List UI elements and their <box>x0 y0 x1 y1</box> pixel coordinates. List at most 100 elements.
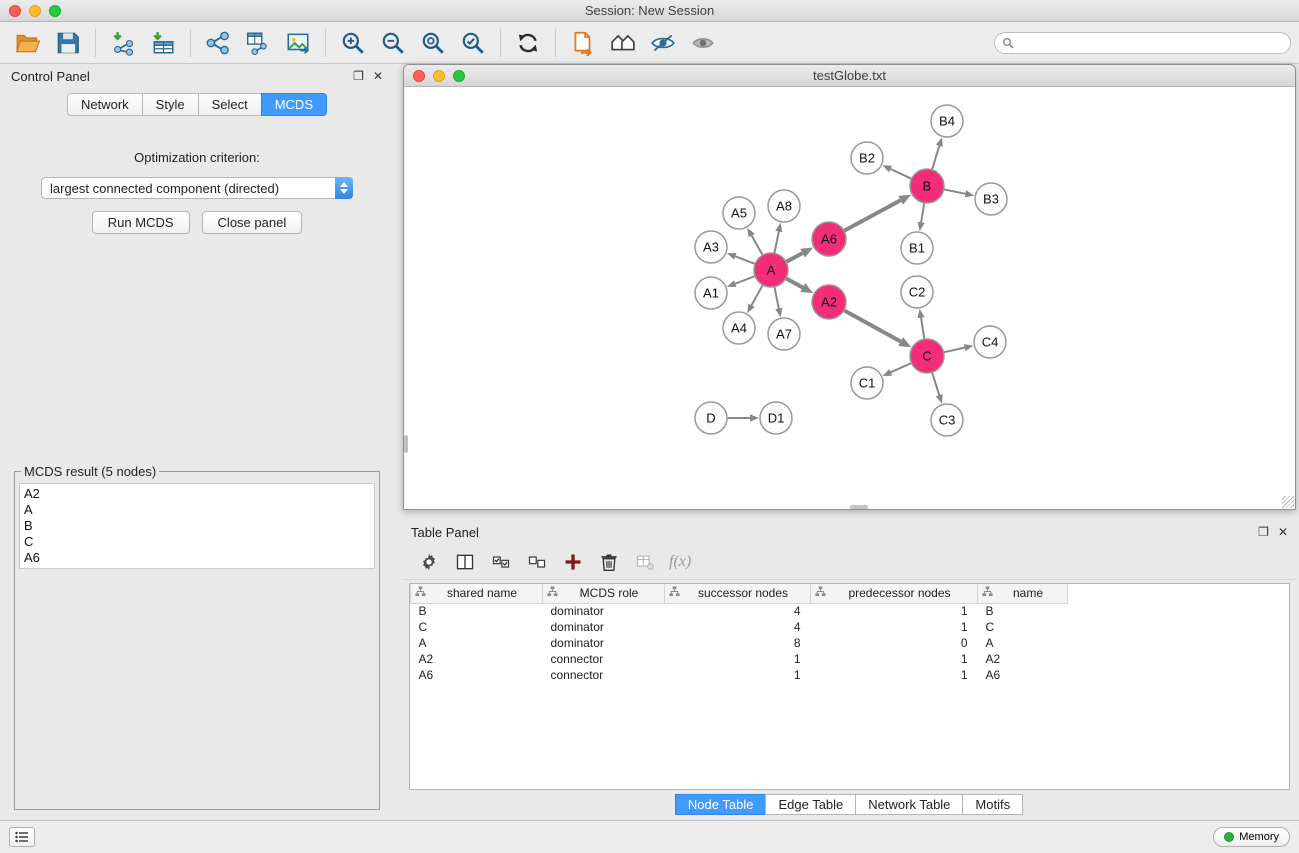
network-node[interactable]: C4 <box>974 326 1006 358</box>
memory-button[interactable]: Memory <box>1213 827 1290 847</box>
function-builder-icon[interactable]: f(x) <box>665 553 695 571</box>
mcds-result-item[interactable]: B <box>24 518 370 534</box>
network-edge[interactable] <box>844 310 901 341</box>
tab-network-table[interactable]: Network Table <box>855 794 963 815</box>
table-cell[interactable]: 8 <box>665 635 811 651</box>
network-edge[interactable] <box>735 276 755 284</box>
table-cell[interactable]: 1 <box>811 651 978 667</box>
network-edge[interactable] <box>752 285 763 305</box>
float-panel-icon[interactable]: ❐ <box>353 70 364 82</box>
table-cell[interactable]: A <box>411 635 543 651</box>
table-cell[interactable]: A <box>978 635 1068 651</box>
tab-select[interactable]: Select <box>198 93 262 116</box>
column-header-name[interactable]: name <box>978 584 1068 603</box>
table-row[interactable]: Bdominator41B <box>411 603 1068 619</box>
network-edge[interactable] <box>891 363 912 372</box>
table-cell[interactable]: A2 <box>411 651 543 667</box>
network-edge[interactable] <box>891 169 912 179</box>
network-edge[interactable] <box>774 287 778 309</box>
show-hide-button[interactable] <box>683 25 723 61</box>
mcds-result-item[interactable]: A2 <box>24 486 370 502</box>
network-node[interactable]: C1 <box>851 367 883 399</box>
table-cell[interactable]: dominator <box>543 635 665 651</box>
network-node[interactable]: C3 <box>931 404 963 436</box>
tab-motifs[interactable]: Motifs <box>962 794 1023 815</box>
network-node[interactable]: A2 <box>812 285 846 319</box>
table-cell[interactable]: C <box>411 619 543 635</box>
float-panel-icon[interactable]: ❐ <box>1258 526 1269 538</box>
table-cell[interactable]: A2 <box>978 651 1068 667</box>
zoom-window-button[interactable] <box>49 5 61 17</box>
zoom-selected-button[interactable] <box>453 25 493 61</box>
network-node[interactable]: D1 <box>760 402 792 434</box>
network-node[interactable]: A1 <box>695 277 727 309</box>
network-edge[interactable] <box>735 256 755 264</box>
table-cell[interactable]: A6 <box>411 667 543 683</box>
table-cell[interactable]: B <box>978 603 1068 619</box>
network-edge[interactable] <box>944 348 965 353</box>
zoom-window-button[interactable] <box>453 70 465 82</box>
deselect-all-button[interactable] <box>521 547 553 577</box>
import-table-disabled-button[interactable] <box>629 547 661 577</box>
network-canvas[interactable]: AA6A2BCA5A8A3A1A4A7B1B2B3B4C1C2C3C4DD1 <box>404 87 1295 509</box>
column-visibility-button[interactable] <box>449 547 481 577</box>
network-node[interactable]: A5 <box>723 197 755 229</box>
tab-node-table[interactable]: Node Table <box>675 794 767 815</box>
table-cell[interactable]: connector <box>543 667 665 683</box>
tab-style[interactable]: Style <box>142 93 199 116</box>
tab-edge-table[interactable]: Edge Table <box>765 794 856 815</box>
table-cell[interactable]: 1 <box>811 619 978 635</box>
network-node[interactable]: A <box>754 253 788 287</box>
minimize-window-button[interactable] <box>29 5 41 17</box>
close-panel-button[interactable]: Close panel <box>202 211 303 234</box>
vertical-scrollbar-thumb[interactable] <box>404 435 408 453</box>
select-all-button[interactable] <box>485 547 517 577</box>
network-graph[interactable]: AA6A2BCA5A8A3A1A4A7B1B2B3B4C1C2C3C4DD1 <box>404 87 1288 507</box>
close-panel-icon[interactable]: ✕ <box>373 70 383 82</box>
network-node[interactable]: B1 <box>901 232 933 264</box>
network-edge[interactable] <box>921 203 924 223</box>
network-node[interactable]: A6 <box>812 222 846 256</box>
column-header-MCDS-role[interactable]: MCDS role <box>543 584 665 603</box>
add-row-button[interactable] <box>557 547 589 577</box>
refresh-layout-button[interactable] <box>508 25 548 61</box>
save-session-button[interactable] <box>48 25 88 61</box>
network-edge[interactable] <box>944 189 966 193</box>
column-header-shared-name[interactable]: shared name <box>411 584 543 603</box>
tab-network[interactable]: Network <box>67 93 143 116</box>
network-node[interactable]: A7 <box>768 318 800 350</box>
zoom-out-button[interactable] <box>373 25 413 61</box>
table-settings-button[interactable] <box>413 547 445 577</box>
table-cell[interactable]: 4 <box>665 619 811 635</box>
import-table-button[interactable] <box>143 25 183 61</box>
table-cell[interactable]: 0 <box>811 635 978 651</box>
column-header-predecessor-nodes[interactable]: predecessor nodes <box>811 584 978 603</box>
network-edge[interactable] <box>932 146 939 170</box>
horizontal-scrollbar-thumb[interactable] <box>850 505 868 509</box>
zoom-fit-button[interactable] <box>413 25 453 61</box>
network-edge[interactable] <box>932 372 939 395</box>
new-table-button[interactable] <box>238 25 278 61</box>
table-cell[interactable]: dominator <box>543 619 665 635</box>
network-node[interactable]: A4 <box>723 312 755 344</box>
network-node[interactable]: A3 <box>695 231 727 263</box>
import-network-button[interactable] <box>103 25 143 61</box>
network-node[interactable]: A8 <box>768 190 800 222</box>
table-cell[interactable]: A6 <box>978 667 1068 683</box>
search-input[interactable] <box>994 32 1291 54</box>
minimize-window-button[interactable] <box>433 70 445 82</box>
network-node[interactable]: C <box>910 339 944 373</box>
column-header-successor-nodes[interactable]: successor nodes <box>665 584 811 603</box>
network-node[interactable]: B2 <box>851 142 883 174</box>
mcds-result-item[interactable]: A <box>24 502 370 518</box>
network-edge[interactable] <box>844 200 901 231</box>
zoom-in-button[interactable] <box>333 25 373 61</box>
tab-mcds[interactable]: MCDS <box>261 93 327 116</box>
network-edge[interactable] <box>921 318 924 340</box>
open-session-file-button[interactable] <box>563 25 603 61</box>
table-cell[interactable]: C <box>978 619 1068 635</box>
network-node[interactable]: B4 <box>931 105 963 137</box>
network-edge[interactable] <box>774 231 778 253</box>
network-node[interactable]: D <box>695 402 727 434</box>
network-node[interactable]: B3 <box>975 183 1007 215</box>
